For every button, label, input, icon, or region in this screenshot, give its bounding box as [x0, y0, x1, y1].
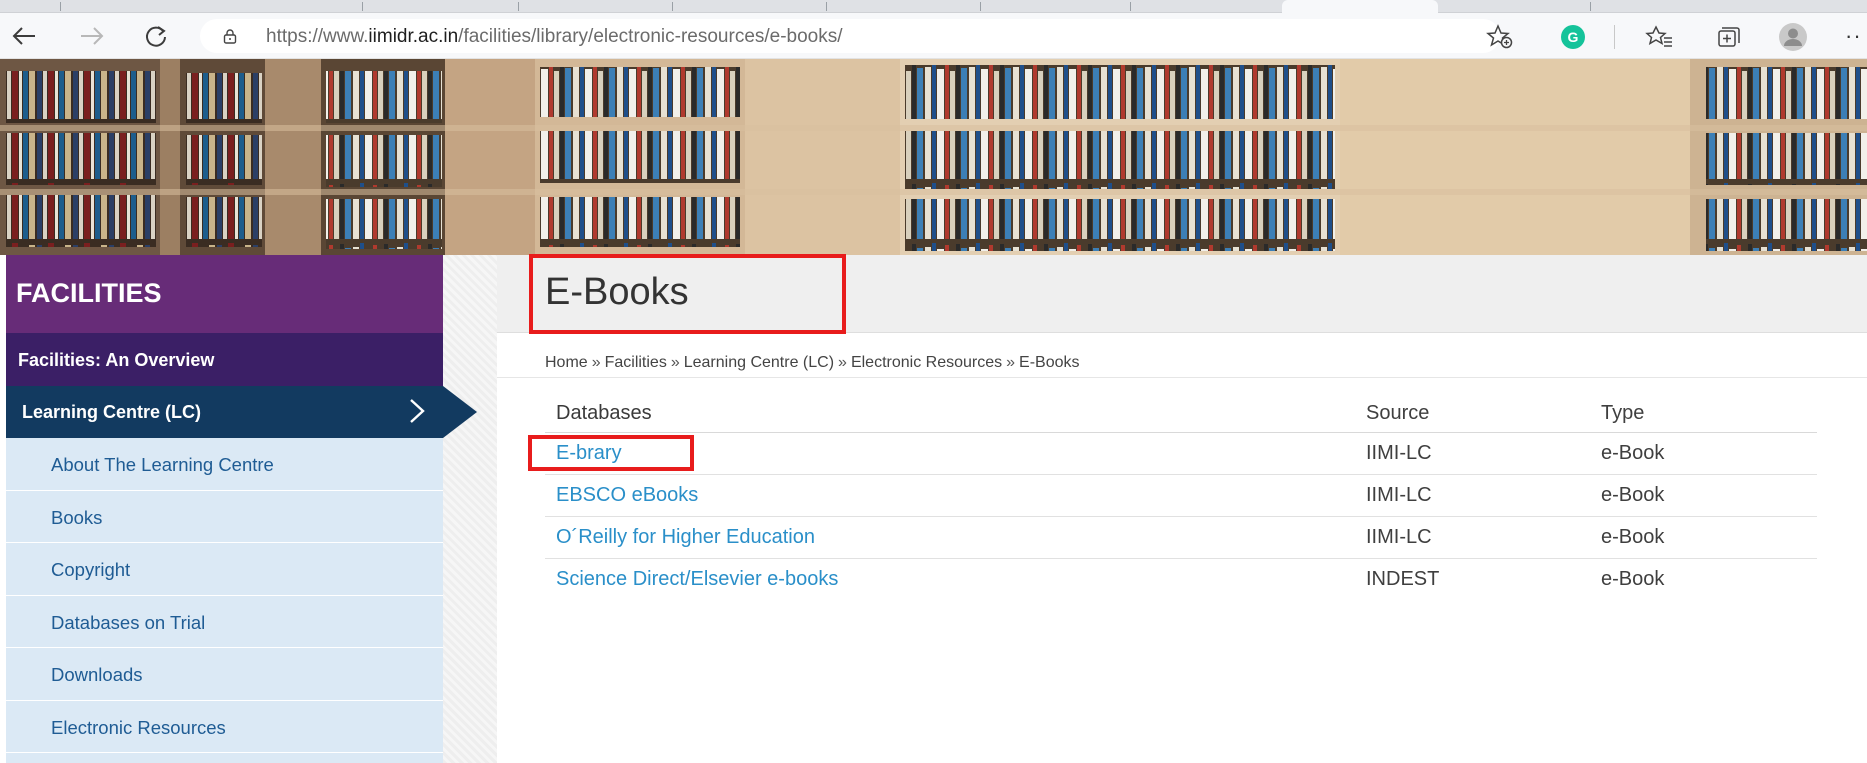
- browser-tab-strip: [0, 0, 1867, 13]
- back-arrow-icon[interactable]: [10, 23, 38, 49]
- type-cell: e-Book: [1601, 568, 1665, 590]
- table-row: Science Direct/Elsevier e-books INDEST e…: [545, 559, 1817, 601]
- source-cell: IIMI-LC: [1366, 484, 1432, 506]
- toolbar-divider: [1614, 25, 1615, 49]
- database-link-ebsco-ebooks[interactable]: EBSCO eBooks: [556, 484, 698, 507]
- sidebar-header: FACILITIES: [6, 255, 443, 333]
- table-row: EBSCO eBooks IIMI-LC e-Book: [545, 475, 1817, 517]
- tab-separator: [362, 2, 363, 11]
- url-prefix: https://www.: [266, 26, 369, 47]
- tab-separator: [1130, 2, 1131, 11]
- tab-separator: [672, 2, 673, 11]
- table-row: E-brary IIMI-LC e-Book: [545, 433, 1817, 475]
- source-cell: INDEST: [1366, 568, 1440, 590]
- column-header-type: Type: [1601, 402, 1645, 424]
- database-link-science-direct[interactable]: Science Direct/Elsevier e-books: [556, 568, 838, 591]
- table-header-row: Databases Source Type: [545, 393, 1817, 433]
- facilities-sidebar: FACILITIES Facilities: An Overview Learn…: [6, 255, 443, 763]
- type-cell: e-Book: [1601, 484, 1665, 506]
- grammarly-icon[interactable]: G: [1558, 22, 1588, 52]
- collections-icon[interactable]: [1712, 22, 1742, 52]
- tab-separator: [518, 2, 519, 11]
- sidebar-item-label: Learning Centre (LC): [22, 402, 202, 422]
- title-highlight-box: [529, 254, 846, 334]
- library-banner-image: [0, 59, 1867, 255]
- address-bar[interactable]: https://www.iimidr.ac.in/facilities/libr…: [200, 19, 1500, 53]
- tab-separator: [1590, 2, 1591, 11]
- breadcrumb-separator: »: [1006, 354, 1016, 371]
- active-item-pointer: [443, 386, 477, 438]
- bookshelf-illustration: [0, 59, 1867, 255]
- ebrary-highlight-box: [528, 435, 694, 471]
- column-header-databases: Databases: [556, 402, 652, 424]
- ebooks-table: Databases Source Type E-brary IIMI-LC e-…: [545, 393, 1817, 601]
- sidebar-item-downloads[interactable]: Downloads: [6, 648, 443, 701]
- lock-icon[interactable]: [222, 28, 238, 44]
- breadcrumb-electronic-resources[interactable]: Electronic Resources: [851, 354, 1002, 371]
- breadcrumb: Home» Facilities» Learning Centre (LC)» Ele…: [545, 354, 1079, 372]
- sidebar-item-books[interactable]: Books: [6, 491, 443, 543]
- active-browser-tab[interactable]: [1282, 0, 1438, 13]
- favorites-icon[interactable]: [1644, 22, 1674, 52]
- type-cell: e-Book: [1601, 526, 1665, 548]
- tab-separator: [826, 2, 827, 11]
- tab-separator: [980, 2, 981, 11]
- breadcrumb-separator: »: [838, 354, 847, 371]
- column-header-source: Source: [1366, 402, 1430, 424]
- sidebar-item-about-learning-centre[interactable]: About The Learning Centre: [6, 438, 443, 491]
- tab-separator: [60, 2, 61, 11]
- sidebar-item-learning-centre[interactable]: Learning Centre (LC): [6, 386, 443, 438]
- add-favorite-icon[interactable]: [1485, 22, 1515, 52]
- table-row: O´Reilly for Higher Education IIMI-LC e-…: [545, 517, 1817, 559]
- database-link-oreilly[interactable]: O´Reilly for Higher Education: [556, 526, 815, 549]
- more-menu-button[interactable]: ··: [1845, 23, 1862, 49]
- reload-icon[interactable]: [142, 23, 170, 49]
- sidebar-item-electronic-resources[interactable]: Electronic Resources: [6, 701, 443, 753]
- breadcrumb-separator: »: [670, 354, 680, 371]
- source-cell: IIMI-LC: [1366, 526, 1432, 548]
- sidebar-item-copyright[interactable]: Copyright: [6, 543, 443, 596]
- breadcrumb-facilities[interactable]: Facilities: [605, 354, 667, 371]
- url-host: iimidr.ac.in: [368, 26, 459, 47]
- divider: [497, 377, 1867, 378]
- sidebar-item-overview[interactable]: Facilities: An Overview: [6, 333, 443, 386]
- type-cell: e-Book: [1601, 442, 1665, 464]
- url-path: /facilities/library/electronic-resources…: [458, 26, 843, 47]
- breadcrumb-current: E-Books: [1019, 354, 1080, 371]
- url-text[interactable]: https://www.iimidr.ac.in/facilities/libr…: [266, 26, 843, 48]
- chevron-right-icon: [410, 399, 425, 423]
- breadcrumb-home[interactable]: Home: [545, 354, 588, 371]
- forward-arrow-icon[interactable]: [78, 23, 106, 49]
- source-cell: IIMI-LC: [1366, 442, 1432, 464]
- browser-toolbar: https://www.iimidr.ac.in/facilities/libr…: [0, 13, 1867, 59]
- sidebar-sub-list: About The Learning Centre Books Copyrigh…: [6, 438, 443, 753]
- profile-avatar-icon[interactable]: [1778, 22, 1808, 52]
- breadcrumb-separator: »: [591, 354, 601, 371]
- breadcrumb-learning-centre[interactable]: Learning Centre (LC): [684, 354, 834, 371]
- sidebar-item-databases-on-trial[interactable]: Databases on Trial: [6, 596, 443, 648]
- svg-text:G: G: [1568, 29, 1579, 45]
